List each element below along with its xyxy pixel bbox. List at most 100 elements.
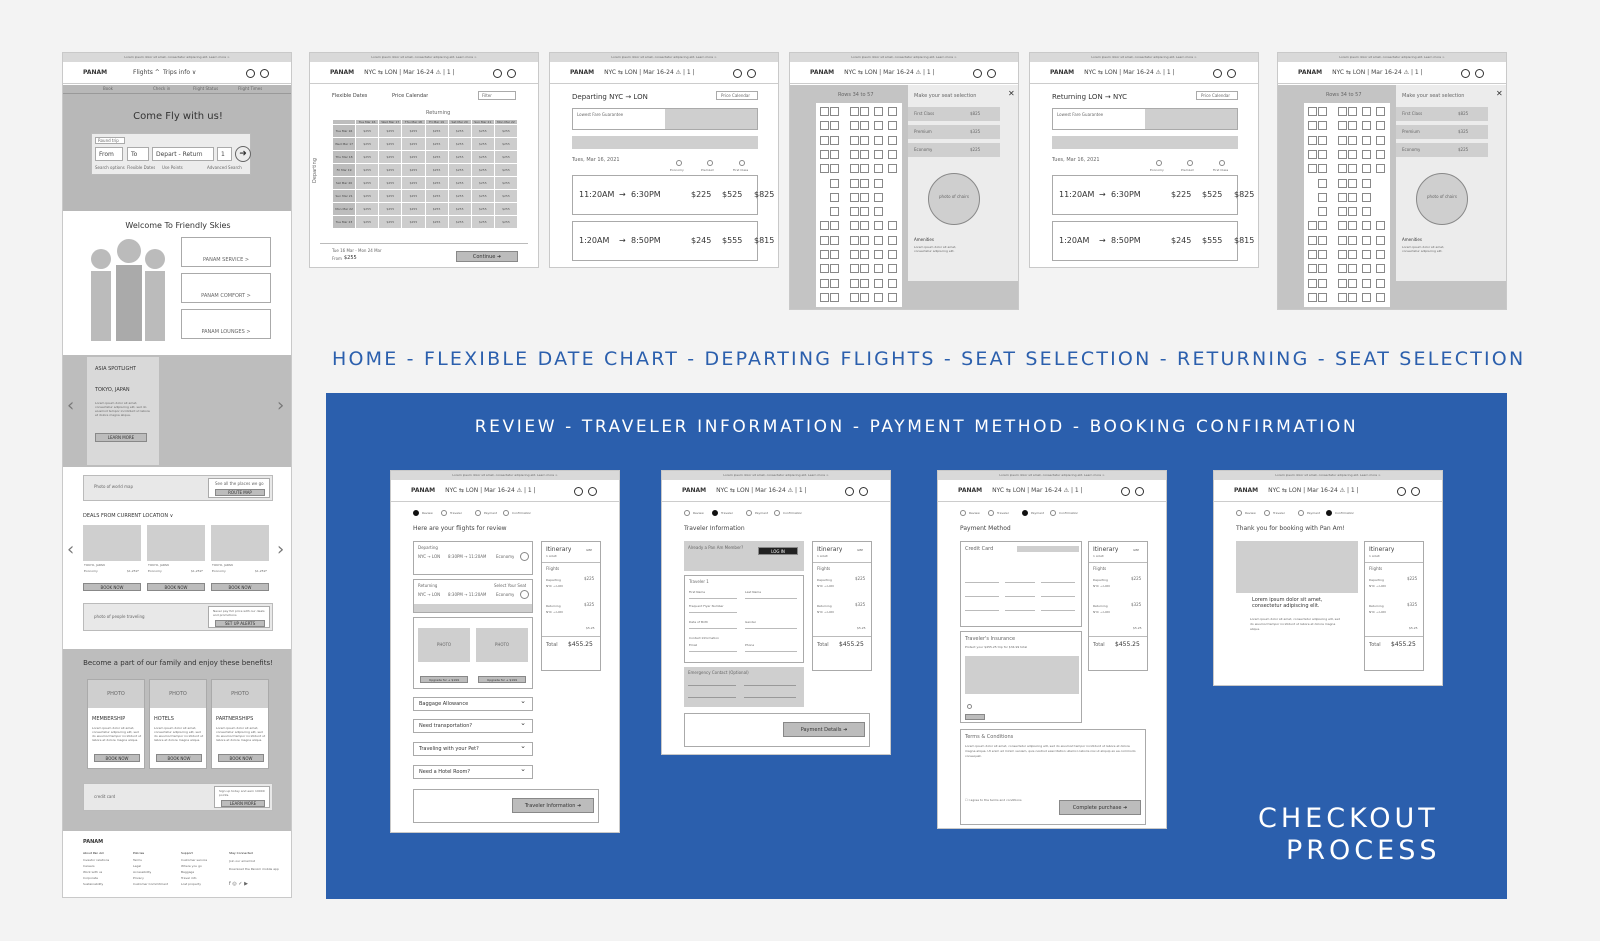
grid-price-cell[interactable]: $255 <box>424 215 449 229</box>
premium-price[interactable]: $525 <box>722 190 742 199</box>
advanced-search-link[interactable]: Advanced Search <box>207 165 242 170</box>
first-class-price[interactable]: $825 <box>1234 190 1254 199</box>
grid-price-cell[interactable]: $255 <box>493 176 519 190</box>
seat[interactable] <box>820 278 829 288</box>
seat[interactable] <box>888 121 897 131</box>
seat[interactable] <box>830 264 839 274</box>
grid-price-cell[interactable]: $255 <box>493 189 519 203</box>
seat[interactable] <box>888 278 897 288</box>
grid-price-cell[interactable]: $255 <box>378 163 403 177</box>
grid-price-cell[interactable]: $255 <box>493 150 519 164</box>
flight-option[interactable]: 11:20AM → 6:30PM $225 $525 $825 <box>572 175 774 215</box>
grid-price-cell[interactable]: $255 <box>447 124 472 138</box>
search-icon[interactable] <box>588 487 597 496</box>
city-field[interactable] <box>965 610 999 611</box>
seat[interactable] <box>860 264 869 274</box>
grid-price-cell[interactable]: $255 <box>378 124 403 138</box>
route-summary[interactable]: NYC ⇆ LON | Mar 16-24 ⚠ | 1 | <box>992 487 1083 494</box>
tab-flight-times[interactable]: Flight Times <box>238 86 262 91</box>
seat[interactable] <box>1308 121 1317 131</box>
seat[interactable] <box>1308 149 1317 159</box>
seat[interactable] <box>1362 235 1371 245</box>
seat[interactable] <box>1338 250 1347 259</box>
route-summary[interactable]: NYC ⇆ LON | Mar 16-24 ⚠ | 1 | <box>1268 487 1359 494</box>
seat[interactable] <box>830 107 839 116</box>
zip-field[interactable] <box>1041 596 1075 597</box>
dob-field[interactable] <box>689 628 737 629</box>
nav-flights[interactable]: Flights ^ <box>133 62 160 84</box>
grid-price-cell[interactable]: $255 <box>401 202 426 216</box>
seat[interactable] <box>850 250 859 259</box>
email-field[interactable] <box>689 651 737 652</box>
tab-flight-status[interactable]: Flight Status <box>193 86 218 91</box>
seat[interactable] <box>874 292 883 302</box>
seat[interactable] <box>1376 221 1385 231</box>
route-summary[interactable]: NYC ⇆ LON | Mar 16-24 ⚠ | 1 | <box>844 69 935 76</box>
grid-price-cell[interactable]: $255 <box>493 215 519 229</box>
seat[interactable] <box>1362 264 1371 274</box>
passenger-select[interactable]: 1 <box>217 147 232 161</box>
address-field[interactable] <box>1005 596 1035 597</box>
seat[interactable] <box>860 292 869 302</box>
seat[interactable] <box>874 164 883 174</box>
nav-trips[interactable]: Trips info ∨ <box>163 62 196 84</box>
grid-price-cell[interactable]: $255 <box>424 163 449 177</box>
seat-option-premium[interactable]: Premium $325 <box>1396 125 1488 139</box>
grid-price-cell[interactable]: $255 <box>470 176 495 190</box>
economy-price[interactable]: $245 <box>691 236 711 245</box>
grid-price-cell[interactable]: $255 <box>378 215 403 229</box>
to-input[interactable]: To <box>127 147 149 161</box>
frequent-flyer-field[interactable] <box>689 612 737 613</box>
grid-price-cell[interactable]: $255 <box>378 176 403 190</box>
seat-option-first[interactable]: First Class $825 <box>1396 107 1488 121</box>
grid-price-cell[interactable]: $255 <box>424 202 449 216</box>
seat[interactable] <box>860 192 869 202</box>
seat[interactable] <box>1318 178 1327 188</box>
seat[interactable] <box>820 292 829 302</box>
seat[interactable] <box>1338 264 1347 274</box>
seat[interactable] <box>830 121 839 131</box>
search-icon[interactable] <box>1475 69 1484 78</box>
set-up-alerts-button[interactable]: SET UP ALERTS <box>215 620 265 627</box>
last-name-field[interactable] <box>745 598 797 599</box>
seat[interactable] <box>1338 292 1347 302</box>
seat[interactable] <box>874 235 883 245</box>
seat[interactable] <box>874 135 883 145</box>
seat[interactable] <box>820 221 829 231</box>
seat[interactable] <box>1362 121 1371 131</box>
grid-price-cell[interactable]: $255 <box>355 163 380 177</box>
seat[interactable] <box>1362 149 1371 159</box>
seat[interactable] <box>1348 178 1357 188</box>
seat[interactable] <box>1376 149 1385 159</box>
seat[interactable] <box>1308 107 1317 116</box>
price-calendar-button[interactable]: Price Calendar <box>1196 91 1238 100</box>
seat[interactable] <box>1318 207 1327 217</box>
premium-price[interactable]: $555 <box>1202 236 1222 245</box>
seat[interactable] <box>1348 292 1357 302</box>
book-now-button[interactable]: BOOK NOW <box>218 754 264 762</box>
seat[interactable] <box>874 121 883 131</box>
traveler-info-button[interactable]: Traveler Information ➜ <box>512 798 594 813</box>
hotel-accordion[interactable]: Need a Hotel Room? <box>413 765 533 779</box>
seat[interactable] <box>1318 164 1327 174</box>
grid-price-cell[interactable]: $255 <box>355 176 380 190</box>
seat[interactable] <box>874 192 883 202</box>
seat[interactable] <box>874 278 883 288</box>
seat[interactable] <box>874 149 883 159</box>
grid-price-cell[interactable]: $255 <box>470 202 495 216</box>
seat[interactable] <box>1338 107 1347 116</box>
close-icon[interactable]: ✕ <box>1008 89 1015 98</box>
grid-price-cell[interactable]: $255 <box>493 163 519 177</box>
seat[interactable] <box>1318 250 1327 259</box>
chevron-down-icon[interactable] <box>520 552 529 561</box>
seat[interactable] <box>1376 292 1385 302</box>
grid-price-cell[interactable]: $255 <box>378 189 403 203</box>
seat[interactable] <box>888 292 897 302</box>
seat[interactable] <box>1348 221 1357 231</box>
grid-price-cell[interactable]: $255 <box>493 202 519 216</box>
search-arrow-icon[interactable]: ➜ <box>235 146 251 162</box>
grid-price-cell[interactable]: $255 <box>401 124 426 138</box>
seat[interactable] <box>1376 264 1385 274</box>
tab-price-calendar[interactable]: Price Calendar <box>392 93 428 99</box>
continue-button[interactable]: Continue ➜ <box>456 251 518 262</box>
